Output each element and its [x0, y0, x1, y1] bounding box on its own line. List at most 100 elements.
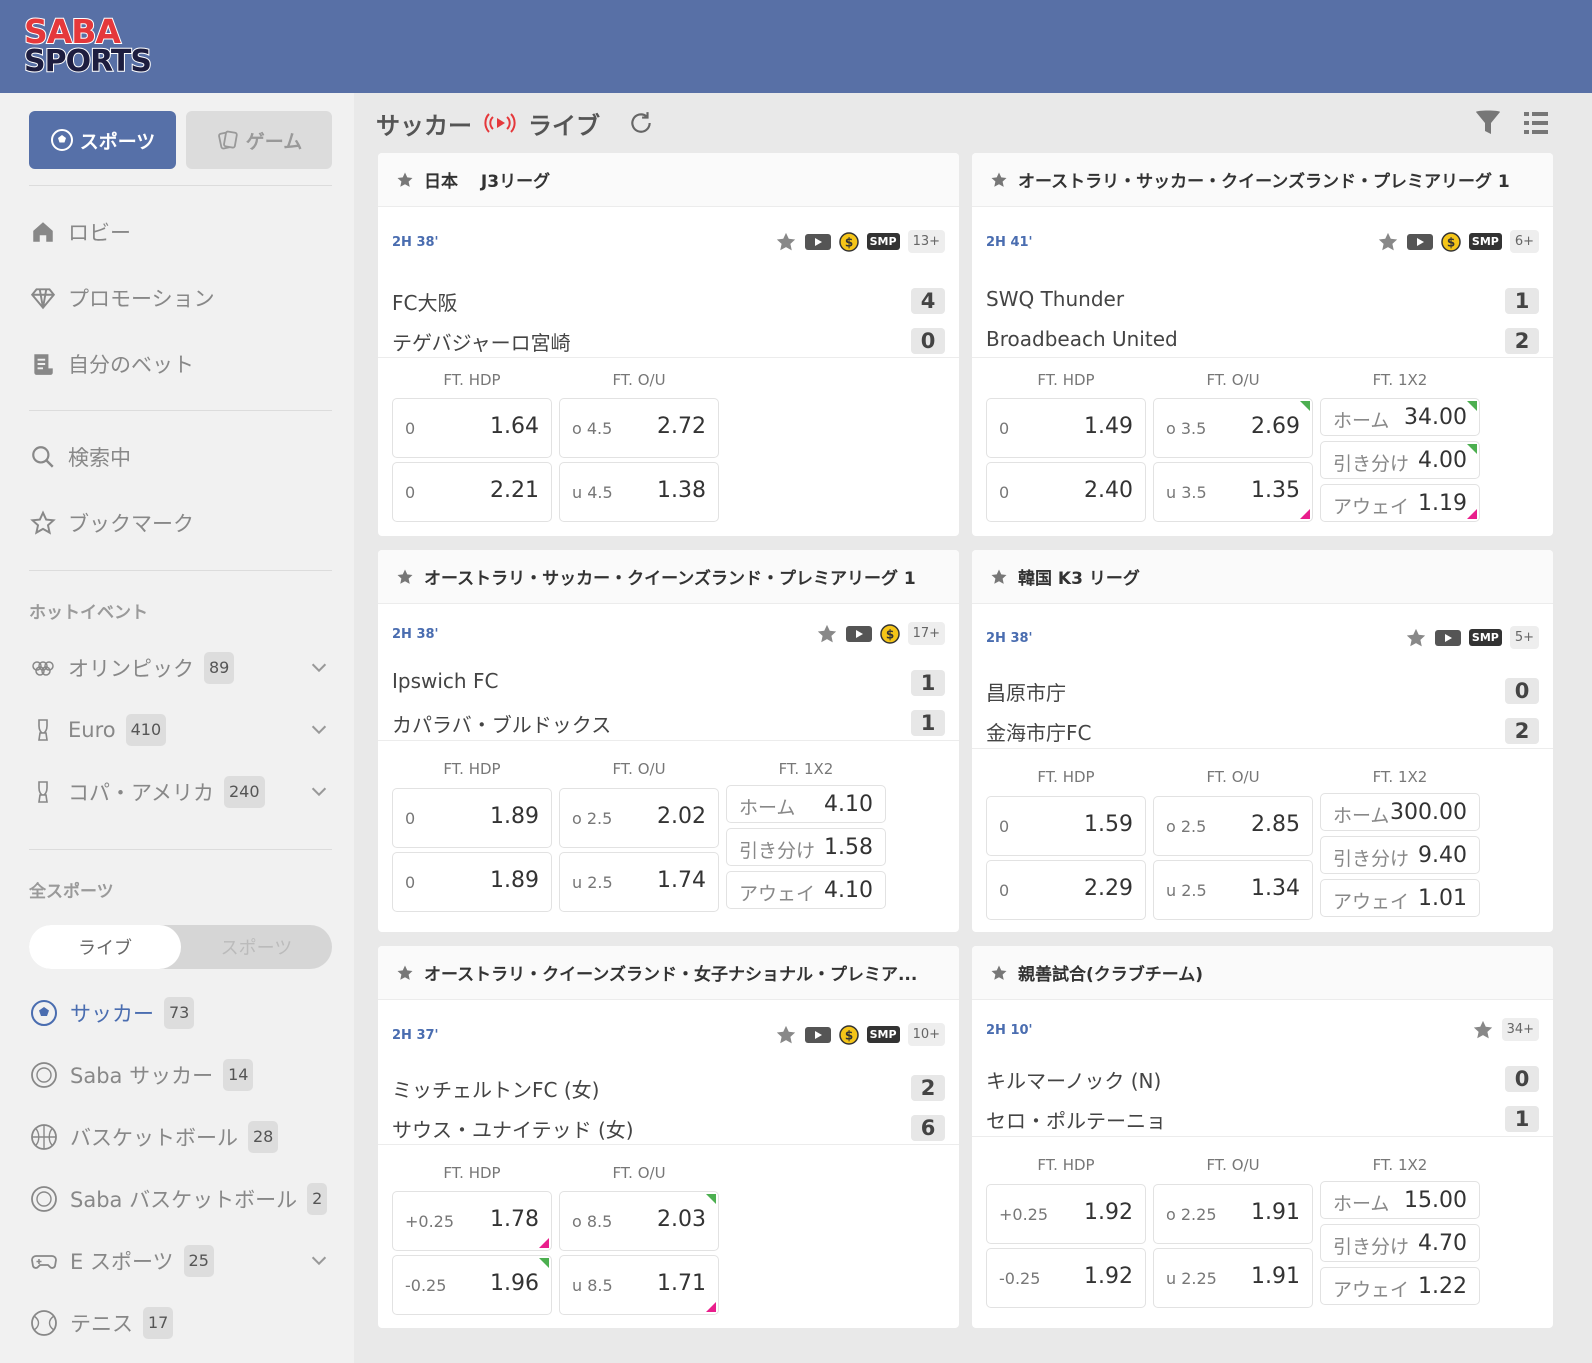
chevron-down-icon[interactable]: [308, 718, 330, 740]
favorite-star-icon[interactable]: [1377, 231, 1399, 253]
odds-button-hdp[interactable]: -0.25 1.92: [986, 1248, 1146, 1308]
star-icon[interactable]: [396, 171, 414, 189]
toggle-sports[interactable]: スポーツ: [181, 925, 332, 969]
hot-event-euro[interactable]: Euro 410: [30, 710, 330, 750]
chevron-down-icon[interactable]: [308, 1249, 330, 1271]
more-markets-button[interactable]: 34+: [1501, 1018, 1539, 1041]
nav-bookmark[interactable]: ブックマーク: [30, 503, 194, 543]
odds-button-hdp[interactable]: 0 2.29: [986, 860, 1146, 920]
filter-icon[interactable]: [1474, 108, 1502, 138]
odds-button-1x2[interactable]: 引き分け 9.40: [1320, 836, 1480, 874]
nav-search[interactable]: 検索中: [30, 437, 131, 477]
odds-button-ou[interactable]: u 3.5 1.35: [1153, 462, 1313, 522]
odds-button-ou[interactable]: o 4.5 2.72: [559, 398, 719, 458]
odds-button-hdp[interactable]: 0 2.21: [392, 462, 552, 522]
sport-item-soccer[interactable]: サッカー 73: [30, 993, 330, 1033]
odds-button-hdp[interactable]: +0.25 1.78: [392, 1191, 552, 1251]
star-icon[interactable]: [990, 568, 1008, 586]
favorite-star-icon[interactable]: [816, 623, 838, 645]
live-stream-icon[interactable]: [846, 626, 872, 642]
star-icon[interactable]: [396, 568, 414, 586]
sport-item-basketball[interactable]: バスケットボール 28: [30, 1117, 330, 1157]
odds-button-ou[interactable]: o 2.5 2.02: [559, 788, 719, 848]
ou-line: o 2.5: [1166, 817, 1207, 836]
sports-mode-button[interactable]: スポーツ: [29, 111, 176, 169]
league-header[interactable]: オーストラリ・サッカー・クイーンズランド・プレミアリーグ 1: [378, 550, 959, 604]
more-markets-button[interactable]: 6+: [1509, 230, 1539, 253]
odds-button-hdp[interactable]: +0.25 1.92: [986, 1184, 1146, 1244]
sport-item-tennis[interactable]: テニス 17: [30, 1303, 330, 1343]
market-title-hdp: FT. HDP: [1037, 1156, 1095, 1174]
nav-lobby[interactable]: ロビー: [30, 212, 131, 252]
odds-button-hdp[interactable]: 0 1.64: [392, 398, 552, 458]
odds-button-hdp[interactable]: 0 1.49: [986, 398, 1146, 458]
odds-button-hdp[interactable]: 0 1.89: [392, 788, 552, 848]
nav-promotion[interactable]: プロモーション: [30, 278, 215, 318]
odds-button-ou[interactable]: u 2.25 1.91: [1153, 1248, 1313, 1308]
more-markets-button[interactable]: 5+: [1509, 626, 1539, 649]
more-markets-button[interactable]: 10+: [907, 1023, 945, 1046]
odds-button-1x2[interactable]: アウェイ 4.10: [726, 871, 886, 909]
league-header[interactable]: オーストラリ・サッカー・クイーンズランド・プレミアリーグ 1: [972, 153, 1553, 207]
sport-item-saba-basketball[interactable]: Saba バスケットボール 2: [30, 1179, 330, 1219]
toggle-live[interactable]: ライブ: [29, 925, 181, 969]
chevron-down-icon[interactable]: [308, 656, 330, 678]
live-stream-icon[interactable]: [805, 234, 831, 250]
odds-button-hdp[interactable]: 0 1.89: [392, 852, 552, 912]
more-markets-button[interactable]: 13+: [907, 230, 945, 253]
odds-button-ou[interactable]: o 3.5 2.69: [1153, 398, 1313, 458]
nav-my-bets[interactable]: 自分のベット: [30, 344, 194, 384]
refresh-icon[interactable]: [628, 110, 654, 136]
odds-button-1x2[interactable]: ホーム 34.00: [1320, 398, 1480, 436]
favorite-star-icon[interactable]: [775, 1024, 797, 1046]
odds-button-ou[interactable]: u 2.5 1.34: [1153, 860, 1313, 920]
favorite-star-icon[interactable]: [775, 231, 797, 253]
star-icon[interactable]: [990, 171, 1008, 189]
odds-button-hdp[interactable]: 0 2.40: [986, 462, 1146, 522]
league-header[interactable]: 親善試合(クラブチーム): [972, 946, 1553, 1000]
hot-event-copa-america[interactable]: コパ・アメリカ 240: [30, 772, 330, 812]
hot-event-olympics[interactable]: オリンピック 89: [30, 648, 330, 688]
odds-button-1x2[interactable]: 引き分け 1.58: [726, 828, 886, 866]
saba-sports-logo[interactable]: SABA SPORTS: [23, 11, 154, 80]
odds-button-ou[interactable]: u 2.5 1.74: [559, 852, 719, 912]
saba-basketball-icon: [31, 1186, 57, 1212]
game-mode-button[interactable]: ゲーム: [186, 111, 332, 169]
odds-button-ou[interactable]: o 2.5 2.85: [1153, 796, 1313, 856]
live-stream-icon[interactable]: [1407, 234, 1433, 250]
odds-button-1x2[interactable]: ホーム 4.10: [726, 785, 886, 823]
odds-button-1x2[interactable]: ホーム 300.00: [1320, 793, 1480, 831]
odds-button-1x2[interactable]: アウェイ 1.01: [1320, 879, 1480, 917]
odds-button-ou[interactable]: o 8.5 2.03: [559, 1191, 719, 1251]
odds-button-hdp[interactable]: 0 1.59: [986, 796, 1146, 856]
star-icon[interactable]: [396, 964, 414, 982]
league-header[interactable]: オーストラリ・クイーンズランド・女子ナショナル・プレミア...: [378, 946, 959, 1000]
chevron-down-icon[interactable]: [308, 780, 330, 802]
sport-item-saba-soccer[interactable]: Saba サッカー 14: [30, 1055, 330, 1095]
favorite-star-icon[interactable]: [1472, 1019, 1494, 1041]
odds-value: 4.70: [1418, 1231, 1467, 1256]
more-markets-button[interactable]: 17+: [907, 622, 945, 645]
1x2-label: 引き分け: [1333, 453, 1410, 475]
league-header[interactable]: 韓国 K3 リーグ: [972, 550, 1553, 604]
market-title-ou: FT. O/U: [612, 371, 666, 389]
list-view-icon[interactable]: [1522, 109, 1550, 137]
ou-line: o 2.5: [572, 809, 613, 828]
ou-line: u 2.25: [1166, 1269, 1217, 1288]
odds-button-1x2[interactable]: 引き分け 4.70: [1320, 1224, 1480, 1262]
ou-line: u 4.5: [572, 483, 613, 502]
odds-button-hdp[interactable]: -0.25 1.96: [392, 1255, 552, 1315]
sport-item-esports[interactable]: E スポーツ 25: [30, 1241, 330, 1281]
odds-button-1x2[interactable]: アウェイ 1.19: [1320, 484, 1480, 522]
odds-button-ou[interactable]: u 4.5 1.38: [559, 462, 719, 522]
odds-button-1x2[interactable]: アウェイ 1.22: [1320, 1267, 1480, 1305]
odds-button-1x2[interactable]: 引き分け 4.00: [1320, 441, 1480, 479]
odds-button-ou[interactable]: u 8.5 1.71: [559, 1255, 719, 1315]
favorite-star-icon[interactable]: [1405, 627, 1427, 649]
league-header[interactable]: 日本 J3リーグ: [378, 153, 959, 207]
live-stream-icon[interactable]: [1435, 630, 1461, 646]
live-stream-icon[interactable]: [805, 1027, 831, 1043]
odds-button-ou[interactable]: o 2.25 1.91: [1153, 1184, 1313, 1244]
odds-button-1x2[interactable]: ホーム 15.00: [1320, 1181, 1480, 1219]
star-icon[interactable]: [990, 964, 1008, 982]
